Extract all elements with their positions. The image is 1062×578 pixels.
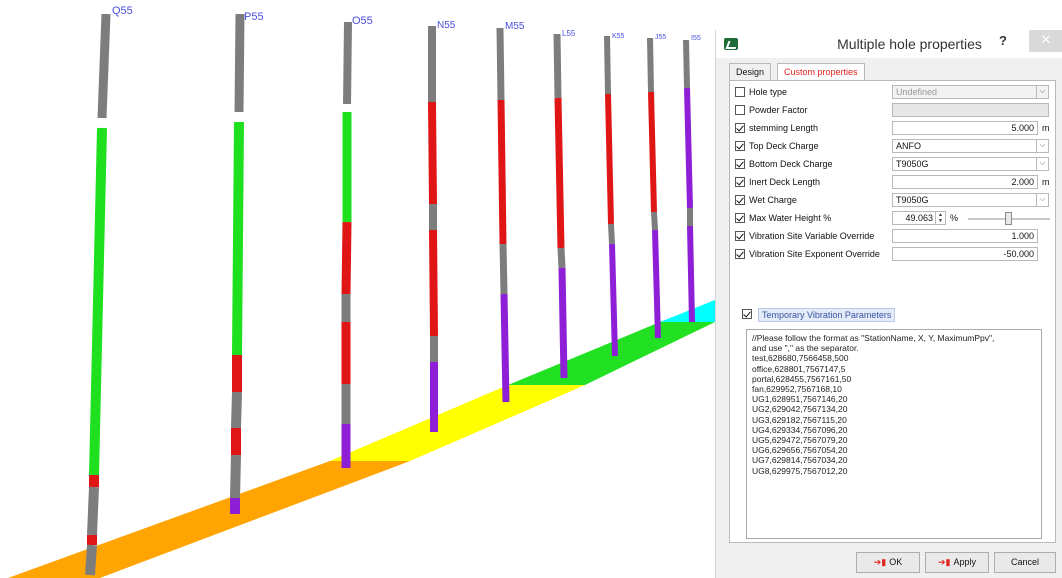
- row-max-water-height: Max Water Height % 49.063 ▲ ▼ %: [730, 210, 1055, 227]
- tab-custom-properties[interactable]: Custom properties: [777, 63, 865, 81]
- bottom-deck-charge-label: Bottom Deck Charge: [749, 159, 833, 169]
- chevron-down-icon: ⌵: [1036, 86, 1048, 98]
- vibration-variable-input[interactable]: 1.000: [892, 229, 1038, 243]
- top-deck-charge-select[interactable]: ANFO ⌵: [892, 139, 1049, 153]
- max-water-height-value: 49.063: [905, 213, 933, 223]
- hole-type-select[interactable]: Undefined ⌵: [892, 85, 1049, 99]
- wet-charge-value: T9050G: [896, 195, 929, 205]
- hole-type-label: Hole type: [749, 87, 788, 97]
- temporary-vibration-label[interactable]: Temporary Vibration Parameters: [758, 308, 896, 322]
- powder-factor-checkbox[interactable]: [735, 105, 745, 115]
- bottom-deck-charge-checkbox[interactable]: [735, 159, 745, 169]
- hole-label-I55: I55: [691, 35, 701, 42]
- ground-band-yellow: [330, 385, 585, 461]
- inert-deck-length-label: Inert Deck Length: [749, 177, 821, 187]
- hole-I55[interactable]: I55: [683, 35, 701, 323]
- ground-band-orange: [8, 461, 410, 578]
- stemming-length-label: stemming Length: [749, 123, 819, 133]
- hole-label-O55: O55: [352, 15, 373, 27]
- close-button[interactable]: ✕: [1029, 30, 1062, 52]
- hole-label-P55: P55: [244, 11, 264, 23]
- hole-Q55[interactable]: Q55: [85, 5, 133, 576]
- hole-label-L55: L55: [562, 29, 576, 38]
- temporary-vibration-checkbox[interactable]: [742, 309, 752, 319]
- inert-deck-length-input[interactable]: 2.000: [892, 175, 1038, 189]
- top-deck-charge-checkbox[interactable]: [735, 141, 745, 151]
- apply-button[interactable]: ➔▮ Apply: [925, 552, 989, 573]
- blast-hole-3d-view[interactable]: Q55 P55 O55 N55 M55 L55 K55 J55 I55: [0, 0, 715, 578]
- cancel-button[interactable]: Cancel: [994, 552, 1056, 573]
- inert-deck-length-checkbox[interactable]: [735, 177, 745, 187]
- tab-design[interactable]: Design: [729, 63, 772, 80]
- help-button[interactable]: ?: [999, 33, 1007, 48]
- slider-thumb[interactable]: [1005, 212, 1012, 225]
- max-water-height-label: Max Water Height %: [749, 213, 832, 223]
- row-top-deck-charge: Top Deck Charge ANFO ⌵: [730, 138, 1055, 155]
- ground-band-cyan: [660, 300, 715, 322]
- multiple-hole-properties-dialog: Multiple hole properties ? ✕ Design Cust…: [715, 30, 1062, 578]
- row-stemming-length: stemming Length 5.000 m: [730, 120, 1055, 137]
- bottom-deck-charge-select[interactable]: T9050G ⌵: [892, 157, 1049, 171]
- row-inert-deck-length: Inert Deck Length 2.000 m: [730, 174, 1055, 191]
- hole-J55[interactable]: J55: [647, 34, 666, 339]
- ok-icon: ➔▮: [873, 557, 887, 567]
- hole-L55[interactable]: L55: [553, 29, 576, 379]
- hole-label-N55: N55: [437, 20, 456, 31]
- stemming-length-input[interactable]: 5.000: [892, 121, 1038, 135]
- hole-type-checkbox[interactable]: [735, 87, 745, 97]
- max-water-height-unit: %: [950, 213, 959, 223]
- row-powder-factor: Powder Factor: [730, 102, 1055, 119]
- hole-type-value: Undefined: [896, 87, 938, 97]
- powder-factor-input[interactable]: [892, 103, 1049, 117]
- vibration-exponent-input[interactable]: -50.000: [892, 247, 1038, 261]
- wet-charge-label: Wet Charge: [749, 195, 797, 205]
- row-wet-charge: Wet Charge T9050G ⌵: [730, 192, 1055, 209]
- temporary-vibration-textarea[interactable]: //Please follow the format as "StationNa…: [746, 329, 1042, 539]
- hole-M55[interactable]: M55: [496, 21, 525, 403]
- max-water-height-checkbox[interactable]: [735, 213, 745, 223]
- row-hole-type: Hole type Undefined ⌵: [730, 84, 1055, 101]
- hole-P55[interactable]: P55: [230, 11, 264, 514]
- inert-deck-length-unit: m: [1042, 177, 1050, 187]
- hole-N55[interactable]: N55: [428, 20, 456, 432]
- max-water-height-spinbox[interactable]: 49.063 ▲ ▼: [892, 211, 946, 225]
- wet-charge-checkbox[interactable]: [735, 195, 745, 205]
- stemming-length-checkbox[interactable]: [735, 123, 745, 133]
- vibration-variable-label: Vibration Site Variable Override: [749, 231, 875, 241]
- stemming-length-unit: m: [1042, 123, 1050, 133]
- chevron-down-icon: ⌵: [1036, 158, 1048, 170]
- wet-charge-select[interactable]: T9050G ⌵: [892, 193, 1049, 207]
- hole-K55[interactable]: K55: [604, 33, 625, 357]
- chevron-down-icon: ⌵: [1036, 140, 1048, 152]
- vibration-exponent-label: Vibration Site Exponent Override: [749, 249, 880, 259]
- row-vibration-variable: Vibration Site Variable Override 1.000: [730, 228, 1055, 245]
- top-deck-charge-label: Top Deck Charge: [749, 141, 819, 151]
- dialog-titlebar[interactable]: Multiple hole properties ? ✕: [716, 30, 1062, 58]
- row-vibration-exponent: Vibration Site Exponent Override -50.000: [730, 246, 1055, 263]
- powder-factor-label: Powder Factor: [749, 105, 808, 115]
- row-bottom-deck-charge: Bottom Deck Charge T9050G ⌵: [730, 156, 1055, 173]
- vibration-variable-checkbox[interactable]: [735, 231, 745, 241]
- custom-properties-panel: Hole type Undefined ⌵ Powder Factor stem…: [729, 80, 1056, 543]
- top-deck-charge-value: ANFO: [896, 141, 922, 151]
- hole-label-Q55: Q55: [112, 5, 133, 17]
- vibration-exponent-checkbox[interactable]: [735, 249, 745, 259]
- hole-label-M55: M55: [505, 21, 525, 32]
- apply-icon: ➔▮: [937, 557, 951, 567]
- ok-label: OK: [889, 557, 903, 567]
- bottom-deck-charge-value: T9050G: [896, 159, 929, 169]
- chevron-down-icon: ⌵: [1036, 194, 1048, 206]
- hole-O55[interactable]: O55: [341, 15, 373, 468]
- dialog-title: Multiple hole properties: [837, 36, 982, 52]
- blast-holes: Q55 P55 O55 N55 M55 L55 K55 J55 I55: [85, 5, 701, 576]
- hole-label-J55: J55: [655, 34, 666, 41]
- hole-label-K55: K55: [612, 33, 625, 40]
- ok-button[interactable]: ➔▮ OK: [856, 552, 920, 573]
- spin-arrows-icon[interactable]: ▲ ▼: [935, 212, 945, 224]
- max-water-height-slider[interactable]: [968, 212, 1050, 225]
- apply-label: Apply: [953, 557, 976, 567]
